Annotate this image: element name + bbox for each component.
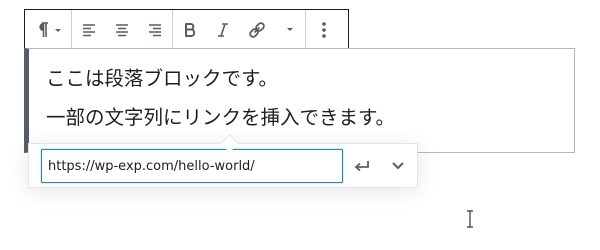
- apply-link-button[interactable]: [345, 149, 379, 183]
- align-left-icon: [82, 23, 95, 36]
- paragraph-line-2[interactable]: 一部の文字列にリンクを挿入できます。: [46, 108, 395, 128]
- more-formats-button[interactable]: [275, 10, 305, 50]
- paragraph-icon: [39, 21, 61, 37]
- link-popover: [28, 143, 418, 188]
- chevron-down-icon: [287, 27, 293, 31]
- block-toolbar: [24, 9, 349, 49]
- more-options-button[interactable]: [306, 10, 342, 50]
- link-icon: [249, 21, 265, 38]
- chevron-down-icon: [392, 162, 404, 170]
- text-cursor-icon: [467, 210, 473, 228]
- align-center-icon: [115, 23, 128, 36]
- block-type-group: [25, 10, 72, 49]
- alignment-group: [72, 10, 173, 49]
- align-right-button[interactable]: [138, 10, 172, 50]
- align-right-icon: [149, 23, 161, 36]
- link-button[interactable]: [239, 10, 275, 50]
- bold-icon: [185, 22, 196, 37]
- enter-icon: [354, 161, 369, 172]
- paragraph-line-1[interactable]: ここは段落ブロックです。: [46, 69, 278, 89]
- more-options-icon: [322, 21, 326, 38]
- italic-button[interactable]: [207, 10, 239, 50]
- chevron-down-icon: [55, 28, 61, 32]
- bold-button[interactable]: [173, 10, 207, 50]
- align-left-button[interactable]: [72, 10, 105, 50]
- format-group: [173, 10, 306, 49]
- italic-icon: [218, 22, 228, 37]
- url-input[interactable]: [41, 149, 343, 183]
- link-settings-toggle[interactable]: [381, 149, 415, 183]
- align-center-button[interactable]: [105, 10, 138, 50]
- paragraph-block[interactable]: ここは段落ブロックです。 一部の文字列にリンクを挿入できます。: [24, 48, 575, 153]
- more-group: [306, 10, 342, 49]
- paragraph-block-switcher[interactable]: [25, 10, 71, 50]
